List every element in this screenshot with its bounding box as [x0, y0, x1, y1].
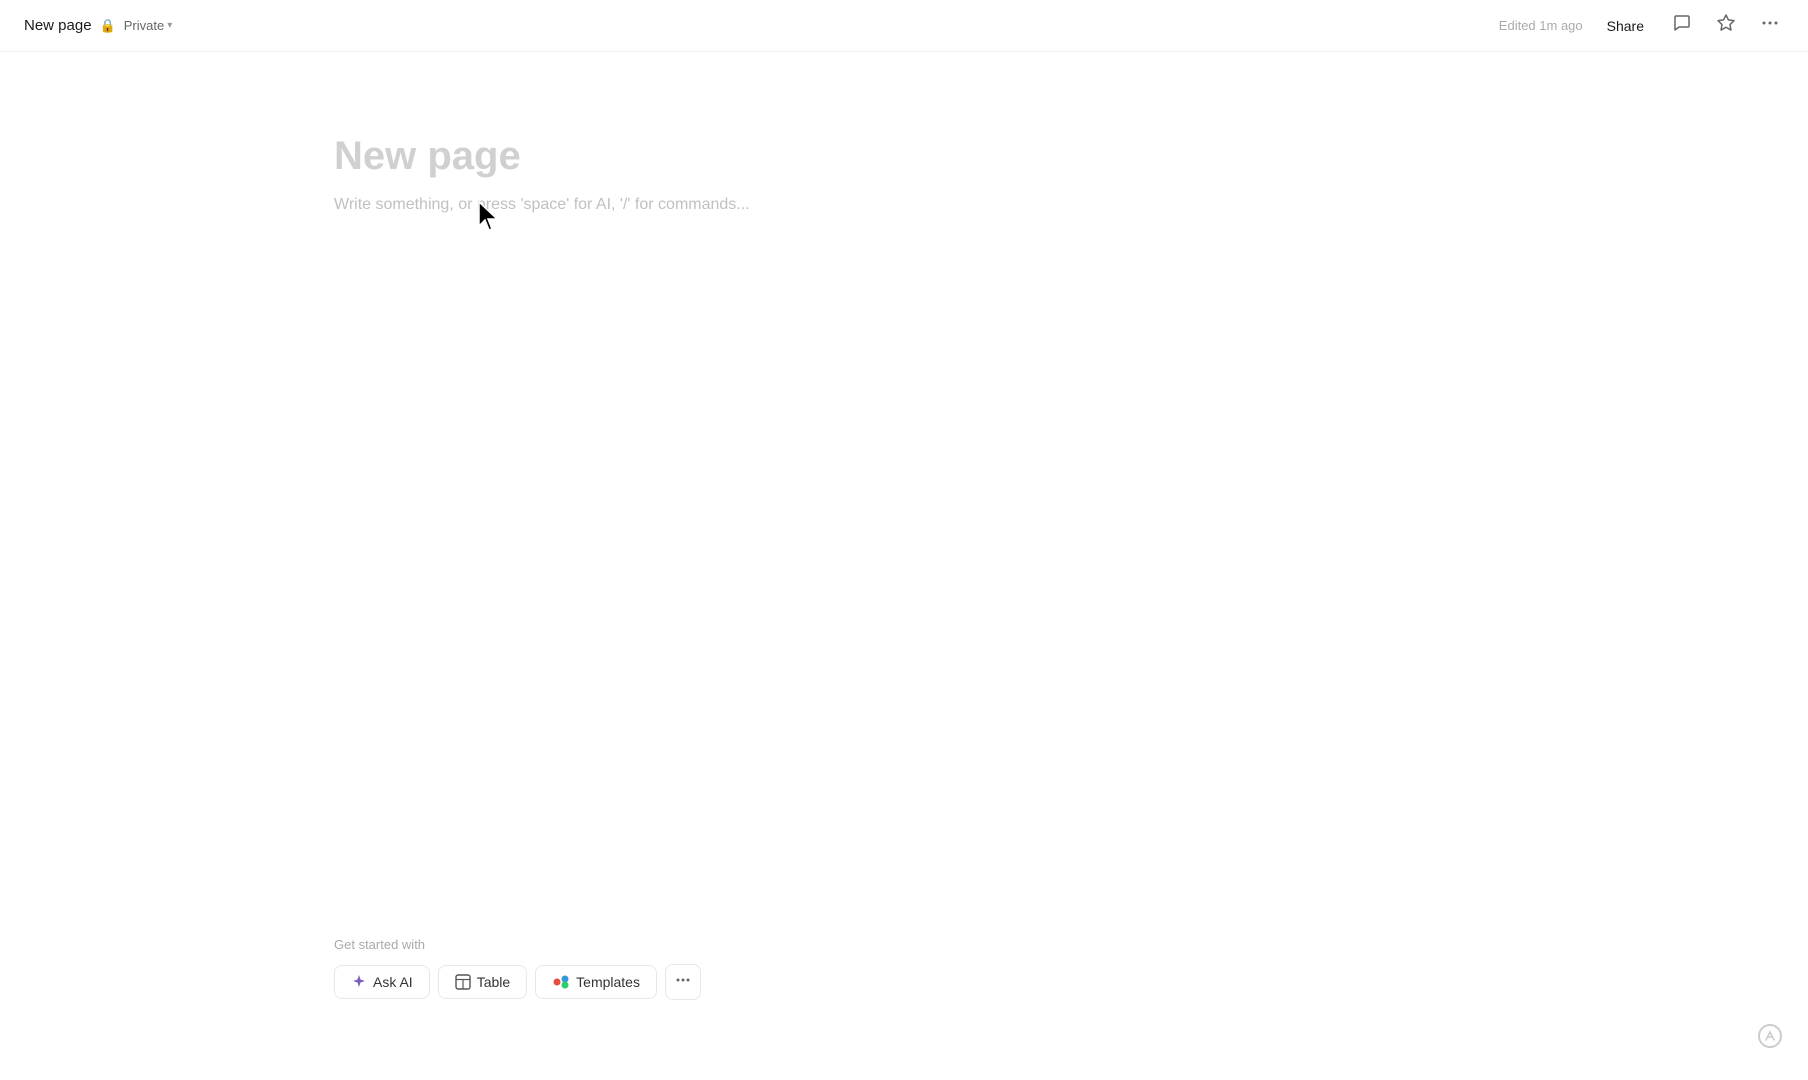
- privacy-selector[interactable]: Private ▾: [124, 18, 173, 33]
- bottom-toolbar: Get started with Ask AI T: [334, 937, 701, 1000]
- toolbar-buttons-container: Ask AI Table: [334, 964, 701, 1000]
- ask-ai-icon: [351, 974, 367, 990]
- privacy-label: Private: [124, 18, 164, 33]
- body-placeholder[interactable]: Write something, or press 'space' for AI…: [334, 196, 750, 214]
- bottom-right-assist-icon[interactable]: [1756, 1022, 1784, 1056]
- table-label: Table: [477, 974, 510, 990]
- templates-label: Templates: [576, 974, 640, 990]
- share-button[interactable]: Share: [1599, 14, 1652, 38]
- main-content: New page Write something, or press 'spac…: [0, 52, 1808, 1080]
- edited-timestamp: Edited 1m ago: [1499, 18, 1583, 33]
- header-right: Edited 1m ago Share: [1499, 9, 1784, 42]
- ask-ai-button[interactable]: Ask AI: [334, 965, 430, 999]
- table-button[interactable]: Table: [438, 965, 527, 999]
- page-title-editable[interactable]: New page: [334, 132, 521, 180]
- lock-icon: 🔒: [100, 18, 116, 34]
- chevron-down-icon: ▾: [167, 20, 172, 31]
- templates-icon: [552, 974, 570, 990]
- header-left: New page 🔒 Private ▾: [24, 17, 172, 34]
- header: New page 🔒 Private ▾ Edited 1m ago Share: [0, 0, 1808, 52]
- templates-button[interactable]: Templates: [535, 965, 657, 999]
- star-button[interactable]: [1712, 9, 1740, 42]
- more-options-button[interactable]: [1756, 9, 1784, 42]
- more-options-icon: [1760, 13, 1780, 38]
- header-page-title: New page: [24, 17, 92, 34]
- more-toolbar-button[interactable]: [665, 964, 701, 1000]
- table-icon: [455, 974, 471, 990]
- more-toolbar-icon: [675, 972, 691, 993]
- ask-ai-label: Ask AI: [373, 974, 413, 990]
- get-started-label: Get started with: [334, 937, 701, 952]
- comment-icon: [1672, 13, 1692, 38]
- star-icon: [1716, 13, 1736, 38]
- comment-button[interactable]: [1668, 9, 1696, 42]
